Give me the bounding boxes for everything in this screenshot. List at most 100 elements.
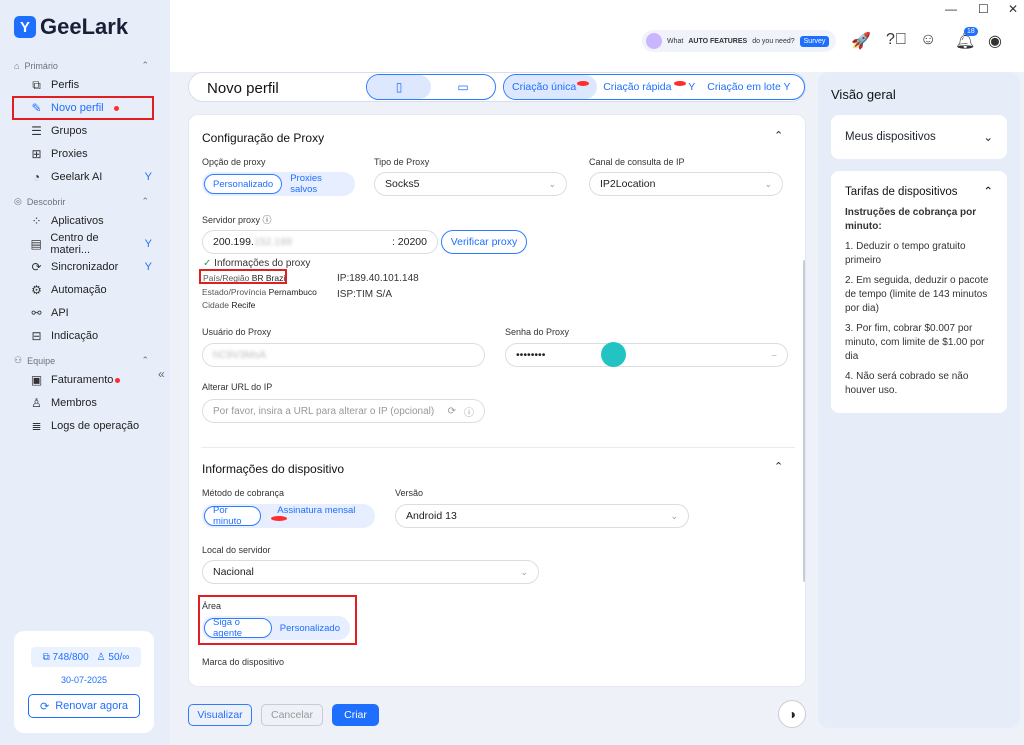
- sidebar-item-label: Automação: [51, 284, 107, 296]
- survey-button[interactable]: Survey: [799, 35, 830, 47]
- proxy-port-value[interactable]: : 20200: [392, 236, 427, 248]
- app-name: GeeLark: [40, 14, 129, 39]
- sidebar-item-perfis[interactable]: ⧉ Perfis: [30, 75, 152, 95]
- profile-form: Configuração de Proxy ⌃ Opção de proxy P…: [188, 114, 806, 687]
- rates-intro: Instruções de cobrança por minuto:: [845, 207, 977, 232]
- proxy-password-input[interactable]: •••••••• ⌣: [505, 343, 788, 367]
- sidebar-item-membros[interactable]: ♙ Membros: [30, 393, 152, 413]
- survey-prefix: What: [667, 37, 684, 45]
- proxy-option-personalizado[interactable]: Personalizado: [204, 174, 283, 194]
- check-icon: ✓: [203, 258, 212, 269]
- tab-criacao-rapida[interactable]: Criação rápida Y: [597, 81, 701, 93]
- verify-proxy-button[interactable]: Verificar proxy: [441, 230, 527, 254]
- chevron-up-icon[interactable]: ⌃: [774, 129, 783, 142]
- eye-hidden-icon[interactable]: ⌣: [771, 350, 777, 361]
- tab-criacao-em-lote[interactable]: Criação em lote Y: [701, 81, 796, 93]
- server-location-select[interactable]: Nacional ⌄: [202, 560, 539, 584]
- proxy-option-label: Opção de proxy: [202, 157, 266, 167]
- info-icon[interactable]: ⓘ: [263, 215, 272, 225]
- sidebar-item-logs[interactable]: ≣ Logs de operação: [30, 416, 152, 436]
- area-label: Área: [202, 601, 222, 611]
- renew-label: Renovar agora: [55, 700, 128, 712]
- cancel-button[interactable]: Cancelar: [261, 704, 323, 726]
- section-equipe[interactable]: ⚇ Equipe ⌃: [14, 355, 149, 366]
- billing-monthly[interactable]: Assinatura mensal: [261, 505, 373, 527]
- laptop-icon[interactable]: ▭: [431, 75, 495, 99]
- pro-badge-icon: Y: [144, 261, 152, 273]
- collapse-sidebar-icon[interactable]: «: [158, 367, 165, 381]
- support-icon[interactable]: ☺: [920, 31, 936, 49]
- area-custom[interactable]: Personalizado: [272, 623, 348, 634]
- chat-bubble-icon: [646, 33, 662, 49]
- section-label: Equipe: [27, 355, 56, 366]
- survey-banner[interactable]: What AUTO FEATURES do you need? Survey: [642, 30, 836, 52]
- rates-header[interactable]: Tarifas de dispositivos ⌃: [845, 185, 993, 199]
- robot-icon: ⚙: [31, 283, 42, 297]
- city-row: Cidade Recife: [202, 300, 255, 310]
- create-button[interactable]: Criar: [332, 704, 379, 726]
- member-icon: ♙: [31, 396, 42, 410]
- version-label: Versão: [395, 488, 424, 498]
- server-location-value: Nacional: [213, 566, 254, 578]
- team-icon: ⚇: [14, 355, 23, 365]
- server-location-label: Local do servidor: [202, 545, 271, 555]
- user-avatar-icon[interactable]: ◉: [988, 31, 1002, 51]
- sidebar-item-label: Aplicativos: [51, 215, 104, 227]
- phone-icon[interactable]: ▯: [367, 75, 431, 99]
- apps-icon: ⁘: [31, 214, 42, 228]
- sidebar-item-geelark-ai[interactable]: ◔ Geelark AI Y: [30, 167, 152, 187]
- change-url-input[interactable]: Por favor, insira a URL para alterar o I…: [202, 399, 485, 423]
- sidebar-item-aplicativos[interactable]: ⁘ Aplicativos: [30, 211, 152, 231]
- chevron-up-icon[interactable]: ⌃: [774, 460, 783, 473]
- sidebar-item-proxies[interactable]: ⊞ Proxies: [30, 144, 152, 164]
- form-scrollbar[interactable]: [803, 260, 805, 582]
- state-label: Estado/Província: [202, 287, 267, 297]
- sidebar-item-grupos[interactable]: ☰ Grupos: [30, 121, 152, 141]
- sidebar-item-api[interactable]: ⚯ API: [30, 303, 152, 323]
- proxy-server-value: 200.199.: [213, 236, 254, 248]
- sidebar-item-faturamento[interactable]: ▣ Faturamento: [30, 370, 152, 390]
- sidebar-item-label: Centro de materi...: [50, 232, 99, 256]
- preview-button[interactable]: Visualizar: [188, 704, 252, 726]
- sidebar-item-label: Logs de operação: [51, 420, 140, 432]
- close-button[interactable]: ✕: [1008, 2, 1018, 16]
- proxy-server-input[interactable]: 200.199. 152.199 : 20200: [202, 230, 438, 254]
- refresh-icon[interactable]: ⟳: [448, 406, 456, 417]
- sidebar-item-centro-materiais[interactable]: ▤ Centro de materi... Y: [30, 232, 152, 256]
- device-brand-label: Marca do dispositivo: [202, 657, 285, 667]
- app-logo: Y GeeLark: [14, 14, 128, 40]
- proxy-option-salvos[interactable]: Proxies salvos: [282, 173, 353, 195]
- rate-rule: 3. Por fim, cobrar $0.007 por minuto, co…: [845, 323, 985, 362]
- minimize-button[interactable]: —: [945, 2, 957, 16]
- device-section-title: Informações do dispositivo: [202, 462, 345, 476]
- sidebar-item-indicacao[interactable]: ⊟ Indicação: [30, 326, 152, 346]
- billing-monthly-label: Assinatura mensal: [277, 505, 356, 516]
- home-icon: ⌂: [14, 60, 20, 71]
- sidebar-item-sincronizador[interactable]: ⟳ Sincronizador Y: [30, 257, 152, 277]
- info-icon[interactable]: ⓘ: [464, 404, 474, 419]
- ip-channel-label: Canal de consulta de IP: [589, 157, 685, 167]
- renew-button[interactable]: ⟳ Renovar agora: [28, 694, 140, 718]
- section-descobrir[interactable]: ◎ Descobrir ⌃: [14, 196, 149, 207]
- proxy-user-input[interactable]: hC9V3MsA: [202, 343, 485, 367]
- maximize-button[interactable]: ☐: [978, 2, 989, 16]
- ip-channel-value: IP2Location: [600, 178, 656, 190]
- section-primario[interactable]: ⌂ Primário ⌃: [14, 60, 149, 71]
- chevron-up-icon: ⌃: [983, 186, 993, 198]
- area-follow-agent[interactable]: Siga o agente: [204, 617, 272, 639]
- my-devices-card[interactable]: Meus dispositivos ⌄: [831, 115, 1007, 159]
- top-bar: What AUTO FEATURES do you need? Survey 🚀…: [170, 0, 1024, 72]
- billing-label: Método de cobrança: [202, 488, 285, 498]
- tab-criacao-unica[interactable]: Criação única: [504, 75, 598, 99]
- version-select[interactable]: Android 13 ⌄: [395, 504, 689, 528]
- help-icon[interactable]: ?⃝: [886, 31, 907, 49]
- sidebar-item-automacao[interactable]: ⚙ Automação: [30, 280, 152, 300]
- ip-channel-select[interactable]: IP2Location ⌄: [589, 172, 783, 196]
- new-dot: [577, 81, 590, 86]
- rocket-icon[interactable]: 🚀: [851, 31, 871, 51]
- change-url-label: Alterar URL do IP: [202, 382, 273, 392]
- assistant-bot-icon[interactable]: ◑: [778, 700, 806, 728]
- proxy-info-title: ✓ Informações do proxy: [203, 258, 310, 269]
- proxy-type-select[interactable]: Socks5 ⌄: [374, 172, 567, 196]
- billing-per-minute[interactable]: Por minuto: [204, 505, 262, 527]
